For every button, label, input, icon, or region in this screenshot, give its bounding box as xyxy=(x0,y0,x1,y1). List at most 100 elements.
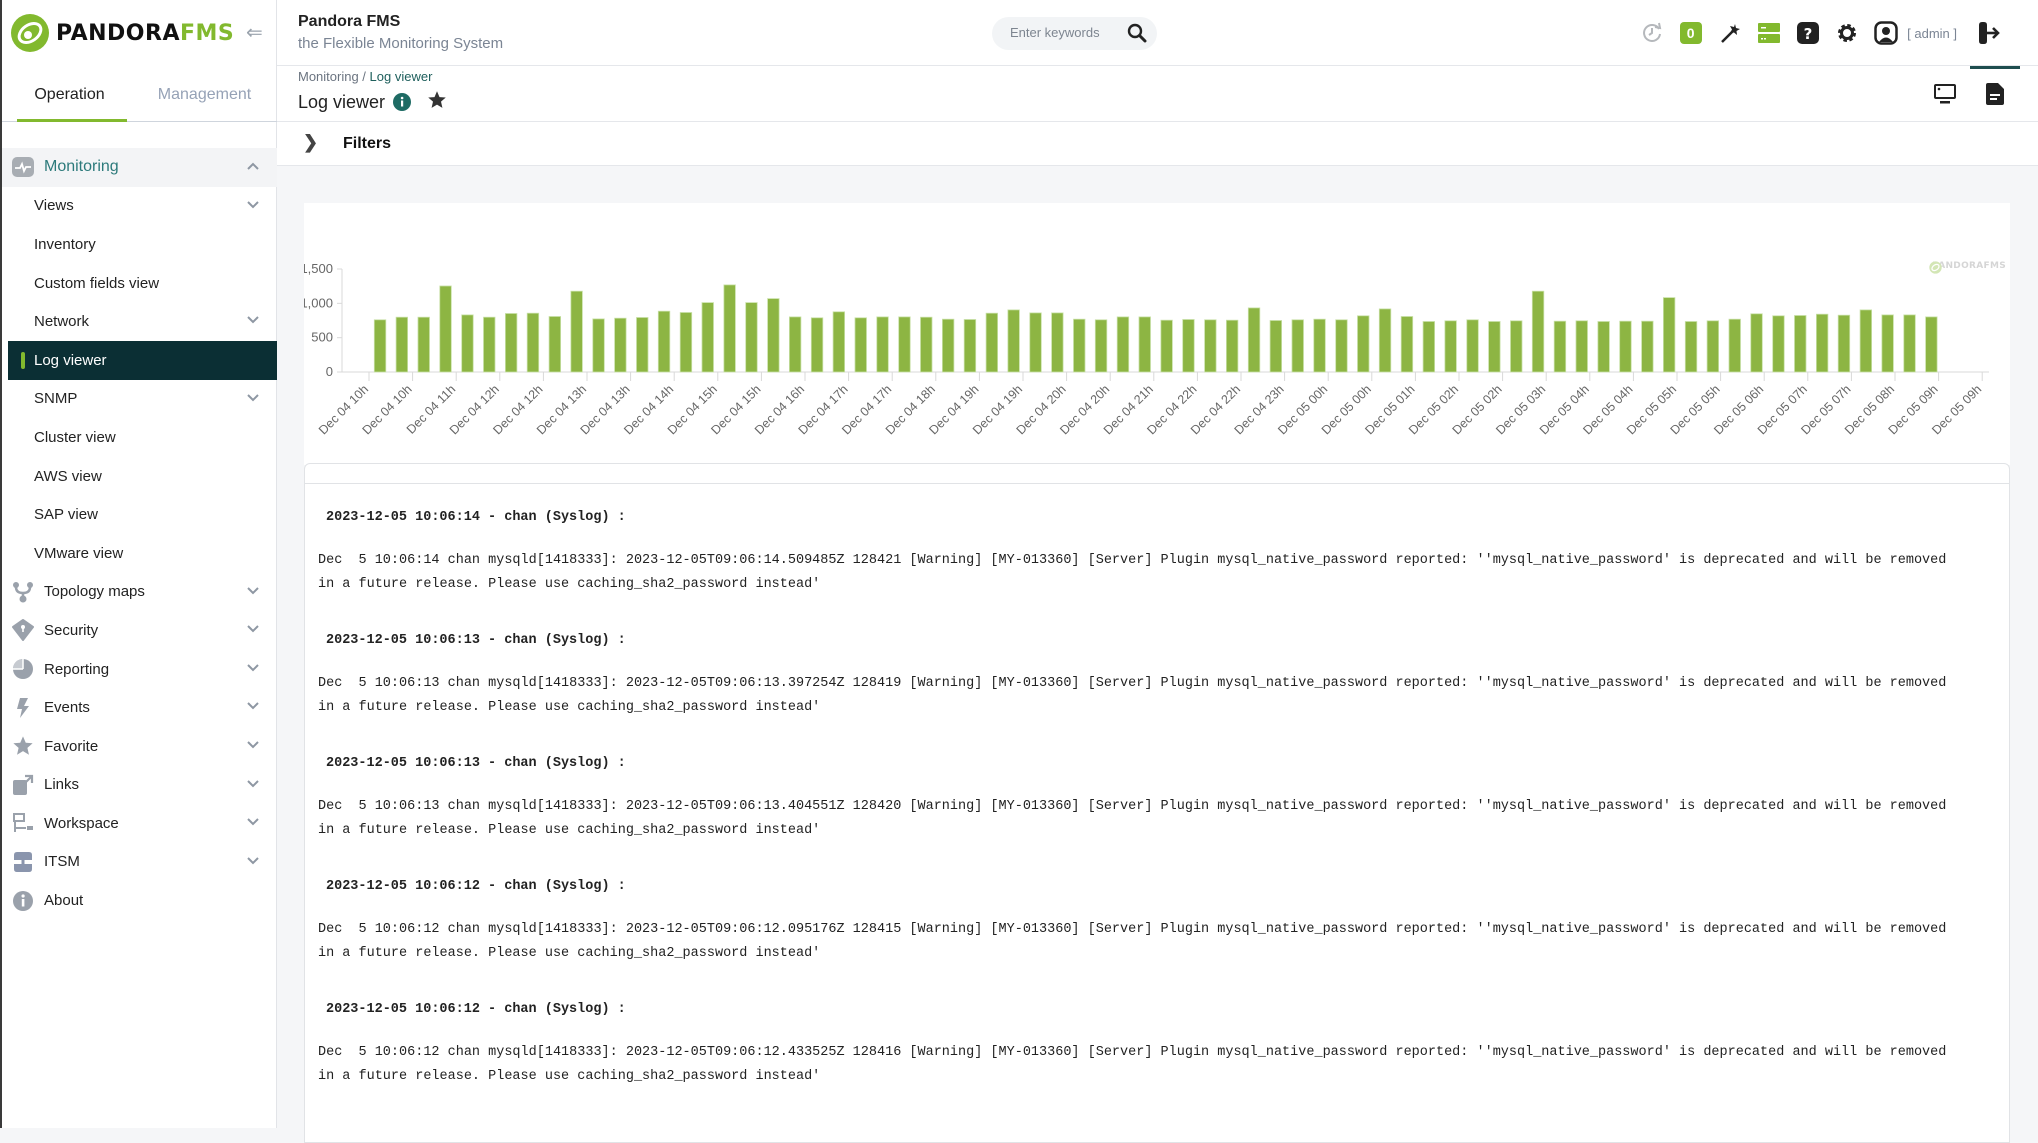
chevron-down-icon[interactable] xyxy=(247,312,259,327)
bar[interactable] xyxy=(1401,317,1413,373)
bar[interactable] xyxy=(505,314,517,373)
bar[interactable] xyxy=(1205,320,1217,372)
user-avatar-icon[interactable] xyxy=(1866,17,1905,49)
sidebar-item-itsm[interactable]: ITSM xyxy=(2,843,277,882)
sidebar-item-links[interactable]: Links xyxy=(2,766,277,805)
chevron-down-icon[interactable] xyxy=(247,197,259,212)
help-icon[interactable]: ? xyxy=(1788,17,1827,49)
filters-toggle[interactable]: ❯ Filters xyxy=(277,122,2038,166)
bar[interactable] xyxy=(1663,298,1675,372)
bar[interactable] xyxy=(1423,322,1435,373)
bar[interactable] xyxy=(1358,316,1370,372)
sidebar-item-custom-fields-view[interactable]: Custom fields view xyxy=(2,264,277,303)
bar[interactable] xyxy=(549,317,561,373)
tab-monitor-view[interactable] xyxy=(1920,66,1970,122)
bar[interactable] xyxy=(833,312,845,372)
bar[interactable] xyxy=(1751,314,1763,372)
bar[interactable] xyxy=(1598,322,1610,373)
bar[interactable] xyxy=(527,313,539,372)
bar[interactable] xyxy=(593,319,605,372)
autorefresh-icon[interactable] xyxy=(1632,17,1671,49)
sidebar-item-inventory[interactable]: Inventory xyxy=(2,225,277,264)
bar[interactable] xyxy=(702,303,714,372)
bar[interactable] xyxy=(658,311,670,372)
bar[interactable] xyxy=(1554,321,1566,372)
sidebar-item-network[interactable]: Network xyxy=(2,302,277,341)
bar[interactable] xyxy=(1161,320,1173,372)
wand-icon[interactable] xyxy=(1710,17,1749,49)
bar[interactable] xyxy=(746,303,758,372)
bar[interactable] xyxy=(1729,319,1741,372)
bar[interactable] xyxy=(877,317,889,372)
sidebar-item-favorite[interactable]: Favorite xyxy=(2,727,277,766)
bar[interactable] xyxy=(1838,315,1850,372)
server-icon[interactable] xyxy=(1749,17,1788,49)
bar[interactable] xyxy=(1336,320,1348,372)
chevron-down-icon[interactable] xyxy=(247,390,259,405)
chevron-down-icon[interactable] xyxy=(247,698,259,713)
bar[interactable] xyxy=(418,317,430,372)
tab-operation[interactable]: Operation xyxy=(2,66,137,121)
bar[interactable] xyxy=(1314,319,1326,372)
logout-icon[interactable] xyxy=(1969,17,2008,49)
bar[interactable] xyxy=(899,317,911,372)
chevron-up-icon[interactable] xyxy=(247,158,259,173)
bar[interactable] xyxy=(571,291,583,372)
user-label[interactable]: [ admin ] xyxy=(1907,26,1957,41)
favorite-star-icon[interactable] xyxy=(427,90,447,115)
search-input[interactable] xyxy=(1010,25,1120,40)
bar[interactable] xyxy=(1773,316,1785,372)
bar[interactable] xyxy=(921,317,933,372)
bar[interactable] xyxy=(1904,315,1916,372)
bar[interactable] xyxy=(1270,321,1282,373)
bar[interactable] xyxy=(1795,316,1807,373)
bar[interactable] xyxy=(1052,313,1064,372)
sidebar-item-sap-view[interactable]: SAP view xyxy=(2,495,277,534)
bar[interactable] xyxy=(1030,313,1042,372)
tab-document-view[interactable] xyxy=(1970,66,2020,122)
bar[interactable] xyxy=(1139,317,1151,372)
breadcrumb-parent[interactable]: Monitoring / xyxy=(298,69,366,84)
chevron-down-icon[interactable] xyxy=(247,776,259,791)
gear-icon[interactable] xyxy=(1827,17,1866,49)
chevron-down-icon[interactable] xyxy=(247,737,259,752)
bar[interactable] xyxy=(680,313,692,373)
bar[interactable] xyxy=(942,319,954,372)
bar[interactable] xyxy=(1816,314,1828,372)
bar[interactable] xyxy=(1095,320,1107,372)
bar[interactable] xyxy=(1248,308,1260,372)
bar[interactable] xyxy=(768,299,780,372)
bar[interactable] xyxy=(637,318,649,373)
sidebar-item-views[interactable]: Views xyxy=(2,187,277,226)
chevron-down-icon[interactable] xyxy=(247,814,259,829)
chevron-down-icon[interactable] xyxy=(247,583,259,598)
bar[interactable] xyxy=(1117,317,1129,372)
bar[interactable] xyxy=(462,315,474,372)
bar[interactable] xyxy=(1576,321,1588,372)
chevron-down-icon[interactable] xyxy=(247,853,259,868)
bar[interactable] xyxy=(1445,321,1457,372)
sidebar-item-reporting[interactable]: Reporting xyxy=(2,650,277,689)
bar[interactable] xyxy=(1226,320,1238,372)
sidebar-item-topology-maps[interactable]: Topology maps xyxy=(2,573,277,612)
sidebar-item-snmp[interactable]: SNMP xyxy=(2,380,277,419)
bar[interactable] xyxy=(1642,321,1654,372)
bar[interactable] xyxy=(374,320,386,372)
bar[interactable] xyxy=(440,286,452,372)
bar[interactable] xyxy=(1511,321,1523,372)
bar[interactable] xyxy=(1008,310,1020,372)
bar[interactable] xyxy=(1183,320,1195,373)
bar[interactable] xyxy=(484,317,496,372)
notifications-button[interactable]: 0 xyxy=(1671,17,1710,49)
sidebar-item-cluster-view[interactable]: Cluster view xyxy=(2,418,277,457)
sidebar-item-security[interactable]: Security xyxy=(2,611,277,650)
sidebar-item-monitoring[interactable]: Monitoring xyxy=(2,148,277,187)
bar[interactable] xyxy=(1292,320,1304,372)
bar[interactable] xyxy=(1074,319,1086,372)
bar[interactable] xyxy=(1860,310,1872,372)
chevron-down-icon[interactable] xyxy=(247,621,259,636)
bar[interactable] xyxy=(811,318,823,372)
bar[interactable] xyxy=(1926,317,1938,372)
logo[interactable]: PANDORAFMS xyxy=(10,13,234,53)
bar[interactable] xyxy=(724,285,736,372)
